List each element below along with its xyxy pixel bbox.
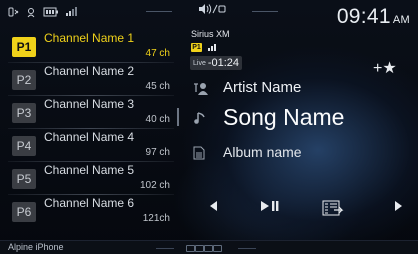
- channel-name: Channel Name 6: [44, 196, 135, 210]
- page-dot[interactable]: [213, 245, 222, 252]
- preset-item-p5[interactable]: P5 Channel Name 5 102 ch: [8, 162, 174, 195]
- speaker-icon: [199, 4, 226, 14]
- artist-icon: [193, 82, 209, 99]
- album-icon: [193, 146, 205, 163]
- preset-list: P1 Channel Name 1 47 ch P2 Channel Name …: [8, 30, 174, 230]
- preset-item-p3[interactable]: P3 Channel Name 3 40 ch: [8, 96, 174, 129]
- signal-strength-icon: [208, 42, 218, 53]
- channel-number: 45 ch: [145, 81, 170, 92]
- battery-icon: [43, 7, 59, 22]
- status-icons: [8, 7, 77, 22]
- next-button[interactable]: [386, 200, 412, 220]
- channel-name: Channel Name 5: [44, 163, 135, 177]
- channel-number: 102 ch: [139, 180, 170, 191]
- channel-name: Channel Name 3: [44, 97, 135, 111]
- artist-name: Artist Name: [223, 79, 302, 96]
- add-favorite-button[interactable]: +★: [373, 58, 397, 78]
- page-dot[interactable]: [186, 245, 195, 252]
- page-dot[interactable]: [204, 245, 213, 252]
- bottom-bar: Alpine iPhone: [0, 240, 418, 254]
- screen: 09:41 AM P1 Channel Name 1 47 ch P2 Chann…: [0, 0, 418, 254]
- center-status: [146, 3, 278, 15]
- clock: 09:41 AM: [337, 5, 410, 29]
- channel-number: 47 ch: [145, 48, 170, 59]
- preset-item-p2[interactable]: P2 Channel Name 2 45 ch: [8, 63, 174, 96]
- preset-badge: P6: [12, 202, 36, 222]
- channel-number: 97 ch: [145, 147, 170, 158]
- song-icon: [193, 111, 207, 128]
- clock-ampm: AM: [392, 14, 410, 26]
- page-dot[interactable]: [195, 245, 204, 252]
- phone-link-icon: [8, 7, 20, 22]
- preset-item-p6[interactable]: P6 Channel Name 6 121ch: [8, 195, 174, 228]
- connected-device-name: Alpine iPhone: [8, 242, 64, 252]
- live-label: Live: [193, 60, 206, 67]
- browse-list-button[interactable]: [320, 200, 346, 220]
- clock-time: 09:41: [336, 5, 391, 28]
- preset-badge: P2: [12, 70, 36, 90]
- preset-badge: P1: [12, 37, 36, 57]
- page-indicator: [156, 244, 256, 252]
- live-time-indicator: Live -01:24: [190, 56, 243, 70]
- list-scrollbar[interactable]: [177, 108, 179, 126]
- album-name: Album name: [223, 144, 302, 160]
- preset-badge: P4: [12, 136, 36, 156]
- preset-item-p1[interactable]: P1 Channel Name 1 47 ch: [8, 30, 174, 63]
- preset-item-p4[interactable]: P4 Channel Name 4 97 ch: [8, 129, 174, 162]
- source-label: Sirius XM: [191, 29, 230, 39]
- play-pause-button[interactable]: [257, 200, 283, 220]
- channel-name: Channel Name 1: [44, 31, 135, 45]
- preset-badge: P5: [12, 169, 36, 189]
- status-bar: 09:41 AM: [0, 0, 418, 28]
- channel-name: Channel Name 4: [44, 130, 135, 144]
- time-offset: -01:24: [207, 57, 240, 69]
- preset-badge: P3: [12, 103, 36, 123]
- previous-button[interactable]: [200, 200, 226, 220]
- song-name: Song Name: [223, 104, 345, 130]
- channel-number: 121ch: [142, 213, 170, 224]
- channel-number: 40 ch: [145, 114, 170, 125]
- signal-bars-icon: [65, 7, 77, 22]
- voice-icon: [26, 7, 37, 22]
- current-preset-badge: P1: [191, 43, 202, 52]
- channel-name: Channel Name 2: [44, 64, 135, 78]
